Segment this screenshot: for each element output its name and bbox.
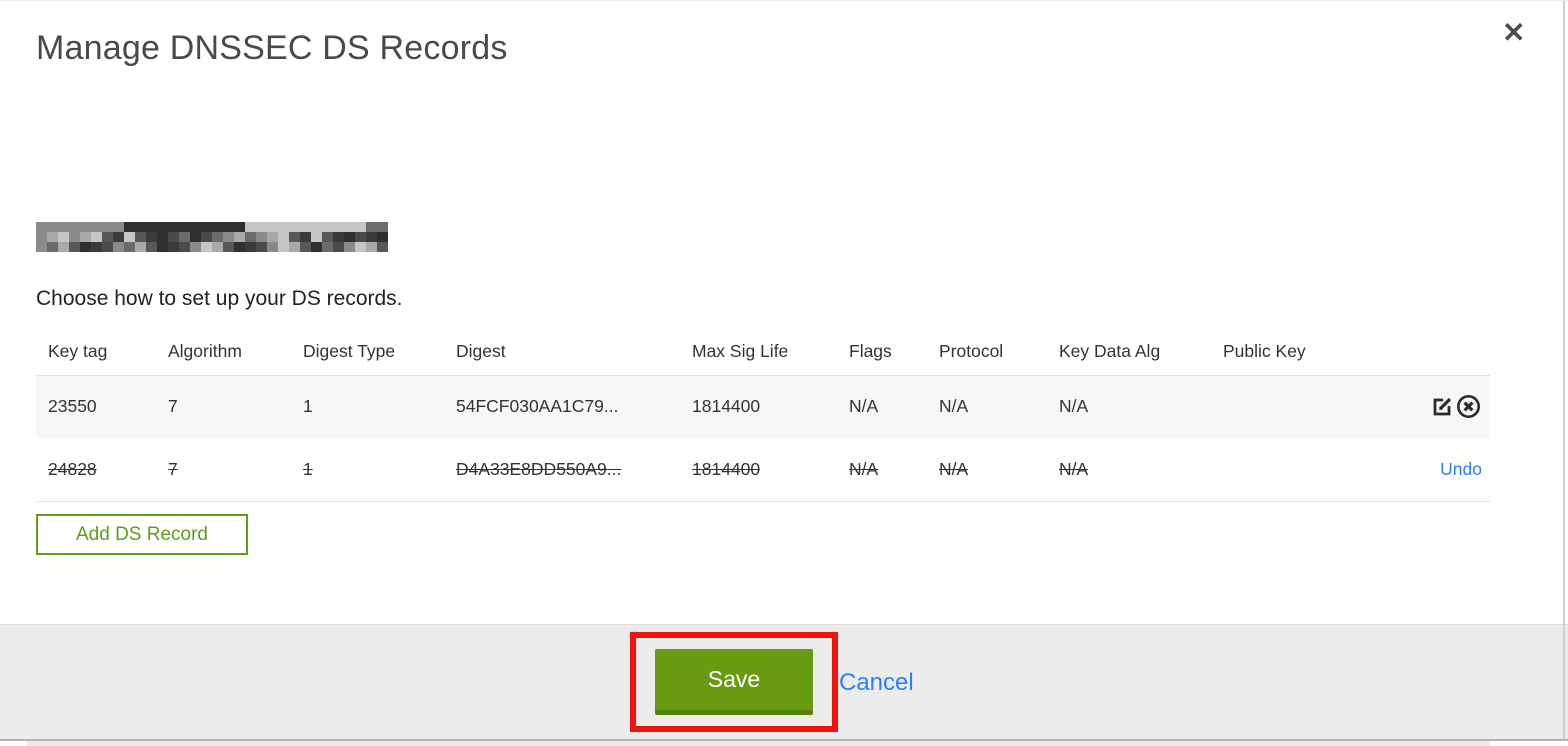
save-button[interactable]: Save (655, 649, 813, 715)
col-header-key-data-alg: Key Data Alg (1059, 341, 1161, 362)
col-header-public-key: Public Key (1223, 341, 1306, 362)
manage-dnssec-dialog: Manage DNSSEC DS Records ✕ Choose how to… (0, 0, 1568, 746)
subtitle-text: Choose how to set up your DS records. (36, 287, 403, 310)
close-icon[interactable]: ✕ (1502, 19, 1525, 47)
redacted-domain-name (36, 222, 388, 252)
cell-key-data-alg: N/A (1059, 396, 1089, 417)
cell-flags: N/A (849, 396, 879, 417)
cell-max-sig-life: 1814400 (692, 396, 761, 417)
delete-icon[interactable] (1455, 393, 1482, 420)
cell-protocol: N/A (939, 396, 969, 417)
cell-digest: D4A33E8DD550A9... (456, 458, 622, 479)
table-row-deleted: 24828 7 1 D4A33E8DD550A9... 1814400 N/A … (36, 438, 1490, 501)
cell-key-data-alg: N/A (1059, 458, 1089, 479)
page-title: Manage DNSSEC DS Records (36, 29, 508, 67)
dialog-right-edge (1563, 1, 1565, 739)
col-header-algorithm: Algorithm (168, 341, 242, 362)
col-header-protocol: Protocol (939, 341, 1004, 362)
col-header-flags: Flags (849, 341, 892, 362)
page-bottom-strip (27, 741, 1490, 746)
table-row: 23550 7 1 54FCF030AA1C79... 1814400 N/A … (36, 375, 1490, 438)
ds-records-table: Key tag Algorithm Digest Type Digest Max… (36, 329, 1490, 502)
cell-flags: N/A (849, 458, 879, 479)
cancel-link[interactable]: Cancel (839, 669, 914, 697)
col-header-digest: Digest (456, 341, 506, 362)
cell-algorithm: 7 (168, 458, 178, 479)
col-header-digest-type: Digest Type (303, 341, 396, 362)
cell-max-sig-life: 1814400 (692, 458, 761, 479)
cell-protocol: N/A (939, 458, 969, 479)
edit-icon[interactable] (1429, 394, 1455, 420)
cell-digest-type: 1 (303, 396, 313, 417)
col-header-actions (1409, 329, 1490, 375)
cell-algorithm: 7 (168, 396, 178, 417)
cell-digest: 54FCF030AA1C79... (456, 396, 619, 417)
cell-digest-type: 1 (303, 458, 313, 479)
cell-key-tag: 24828 (48, 458, 97, 479)
col-header-max-sig-life: Max Sig Life (692, 341, 789, 362)
table-header-row: Key tag Algorithm Digest Type Digest Max… (36, 329, 1490, 375)
col-header-key-tag: Key tag (48, 341, 108, 362)
cell-key-tag: 23550 (48, 396, 97, 417)
undo-link[interactable]: Undo (1440, 459, 1482, 479)
add-ds-record-button[interactable]: Add DS Record (36, 514, 248, 555)
